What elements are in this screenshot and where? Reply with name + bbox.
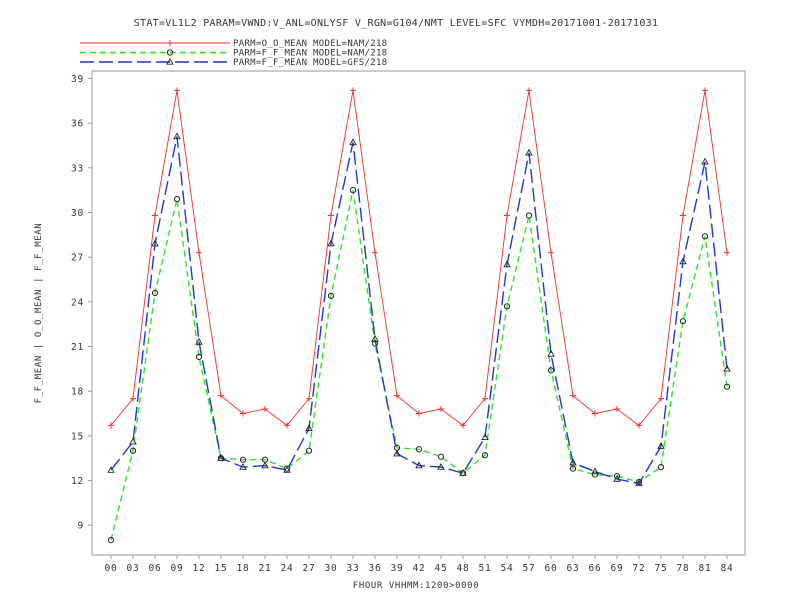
data-point — [350, 87, 356, 94]
x-tick-label: 60 — [544, 563, 557, 574]
legend-label: PARM=F_F_MEAN MODEL=GFS/218 — [233, 58, 387, 68]
x-tick-label: 54 — [500, 563, 513, 574]
x-tick-label: 48 — [456, 563, 469, 574]
y-tick-label: 30 — [71, 208, 84, 219]
series-2 — [107, 187, 731, 544]
y-tick-label: 12 — [71, 476, 84, 487]
x-tick-label: 78 — [676, 563, 689, 574]
data-point — [591, 471, 599, 478]
data-point — [372, 249, 378, 256]
series-3 — [107, 132, 731, 487]
x-tick-label: 18 — [236, 563, 249, 574]
data-point — [152, 212, 158, 219]
x-tick-label: 06 — [148, 563, 161, 574]
x-tick-label: 27 — [302, 563, 315, 574]
x-tick-label: 69 — [610, 563, 623, 574]
y-axis: 9 12 15 18 21 24 27 30 33 36 39 — [71, 74, 92, 532]
x-tick-label: 03 — [126, 563, 139, 574]
legend-label: PARM=O_O_MEAN MODEL=NAM/218 — [233, 39, 387, 49]
x-tick-label: 09 — [170, 563, 183, 574]
data-point — [724, 249, 730, 256]
x-tick-label: 81 — [698, 563, 711, 574]
y-tick-label: 33 — [71, 163, 84, 174]
legend-item: PARM=F_F_MEAN MODEL=NAM/218 — [80, 49, 387, 59]
y-tick-label: 27 — [71, 253, 84, 264]
x-tick-label: 51 — [478, 563, 491, 574]
y-tick-label: 21 — [71, 342, 84, 353]
x-tick-label: 39 — [390, 563, 403, 574]
y-axis-label: F_F_MEAN | O_O_MEAN | F_F_MEAN — [34, 223, 44, 404]
chart-title: STAT=VL1L2 PARAM=VWND:V_ANL=ONLYSF V_RGN… — [134, 18, 659, 29]
x-tick-label: 63 — [566, 563, 579, 574]
x-tick-label: 45 — [434, 563, 447, 574]
x-tick-label: 30 — [324, 563, 337, 574]
y-tick-label: 18 — [71, 387, 84, 398]
chart: STAT=VL1L2 PARAM=VWND:V_ANL=ONLYSF V_RGN… — [34, 18, 746, 591]
data-point — [504, 212, 510, 219]
data-point — [680, 212, 686, 219]
data-point — [328, 212, 334, 219]
series-line — [110, 136, 728, 485]
plot-area — [91, 70, 746, 556]
legend-marker — [167, 40, 173, 46]
x-tick-label: 42 — [412, 563, 425, 574]
x-axis: 00 03 06 09 12 15 18 21 24 27 30 33 36 39 42 45 48 51 54 57… — [104, 555, 733, 574]
x-tick-label: 36 — [368, 563, 381, 574]
data-point — [196, 249, 202, 256]
legend-item: PARM=O_O_MEAN MODEL=NAM/218 — [80, 39, 387, 49]
x-tick-label: 33 — [346, 563, 359, 574]
x-tick-label: 21 — [258, 563, 271, 574]
y-tick-label: 15 — [71, 431, 84, 442]
legend-item: PARM=F_F_MEAN MODEL=GFS/218 — [80, 57, 387, 68]
x-tick-label: 00 — [104, 563, 117, 574]
data-point — [305, 447, 313, 454]
x-tick-label: 75 — [654, 563, 667, 574]
y-tick-label: 9 — [77, 521, 84, 532]
data-point — [702, 87, 708, 94]
x-tick-label: 24 — [280, 563, 293, 574]
x-tick-label: 72 — [632, 563, 645, 574]
y-tick-label: 39 — [71, 74, 84, 85]
data-point — [548, 249, 554, 256]
series-1 — [108, 87, 730, 429]
x-tick-label: 66 — [588, 563, 601, 574]
data-point — [174, 87, 180, 94]
series-layer — [107, 87, 731, 544]
legend: PARM=O_O_MEAN MODEL=NAM/218PARM=F_F_MEAN… — [80, 39, 387, 68]
x-tick-label: 84 — [720, 563, 733, 574]
legend-label: PARM=F_F_MEAN MODEL=NAM/218 — [233, 49, 387, 59]
y-tick-label: 24 — [71, 297, 84, 308]
x-tick-label: 15 — [214, 563, 227, 574]
x-tick-label: 57 — [522, 563, 535, 574]
y-tick-label: 36 — [71, 119, 84, 130]
data-point — [526, 87, 532, 94]
data-point — [437, 453, 445, 460]
data-point — [591, 467, 599, 475]
data-point — [525, 212, 533, 219]
x-tick-label: 12 — [192, 563, 205, 574]
x-axis-label: FHOUR VHHMM:1200>0000 — [353, 581, 479, 591]
